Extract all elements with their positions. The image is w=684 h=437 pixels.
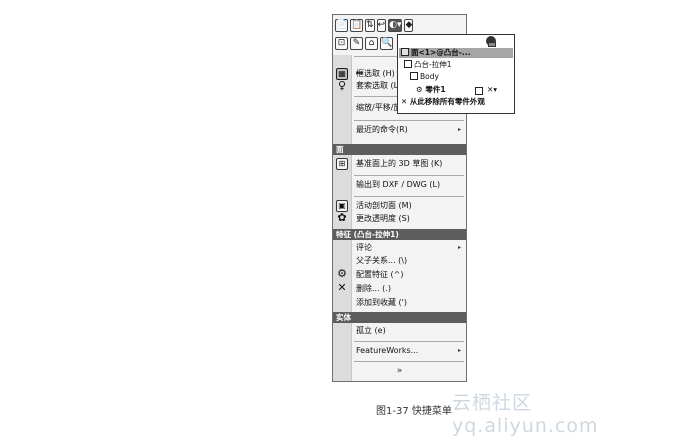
section-header-feature: 特征 (凸台-拉伸1) [333, 229, 466, 240]
menu-item-configure-feature[interactable]: 配置特征 (^) [356, 270, 404, 280]
menu-item-active-section-plane[interactable]: 活动剖切面 (M) [356, 201, 412, 211]
appearance-dropdown-button[interactable]: ◐▾ [388, 18, 403, 32]
appearance-item-extrude[interactable]: 凸台-拉伸1 [404, 60, 451, 70]
figure-caption: 图1-37 快捷菜单 [376, 406, 452, 417]
appearance-item-part[interactable]: ⚙ 零件1 [416, 85, 446, 95]
configure-feature-icon: ⚙ [337, 267, 347, 280]
divider [354, 120, 464, 121]
menu-item-comment[interactable]: 评论 [356, 243, 372, 253]
menu-item-isolate[interactable]: 孤立 (e) [356, 326, 386, 336]
divider [354, 361, 464, 362]
menu-item-parent-child[interactable]: 父子关系... (\) [356, 256, 407, 266]
submenu-arrow-icon: ▸ [457, 126, 461, 133]
3d-sketch-icon: ⊞ [336, 158, 348, 170]
appearance-item-part-label: 零件1 [425, 85, 446, 94]
toolbar-button-1[interactable]: 📄 [335, 18, 348, 32]
transparency-icon: ✿ [337, 211, 347, 224]
remove-all-part-appearances[interactable]: ✕ 从此移除所有零件外观 [401, 97, 485, 107]
toolbar-button-8[interactable]: 🔍 [380, 36, 393, 50]
appearance-item-face-label: 面<1>@凸台-... [411, 48, 471, 57]
remove-appearance-dropdown-icon[interactable]: ✕▾ [487, 85, 497, 95]
part-icon: ⚙ [416, 85, 423, 94]
expand-menu-chevron-icon[interactable]: » [333, 366, 466, 376]
menu-item-lasso-select[interactable]: 套索选取 (L) [356, 81, 401, 91]
menu-item-delete[interactable]: 删除... (.) [356, 284, 391, 294]
toolbar-button-6[interactable]: ✎ [350, 36, 363, 50]
menu-item-box-select[interactable]: 框选取 (H) [356, 69, 395, 79]
menu-item-zoom-pan-rotate[interactable]: 缩放/平移/旋 [356, 103, 401, 113]
divider [354, 196, 464, 197]
menu-item-export-dxf-dwg[interactable]: 输出到 DXF / DWG (L) [356, 180, 440, 190]
toolbar-button-5[interactable]: ⊡ [335, 36, 348, 50]
toolbar-button-extra[interactable]: ◆ [404, 18, 414, 32]
remove-x-icon: ✕ [401, 97, 408, 106]
divider [354, 341, 464, 342]
appearance-color-swatch[interactable] [475, 87, 483, 95]
appearance-dropdown-panel: 面<1>@凸台-... 凸台-拉伸1 Body ⚙ 零件1 ✕▾ ✕ 从此移除所… [397, 34, 515, 114]
delete-icon: ✕ [337, 281, 347, 294]
toolbar-button-7[interactable]: ⌂ [365, 36, 378, 50]
body-icon [410, 72, 418, 80]
extrude-feature-icon [404, 60, 412, 68]
divider [354, 175, 464, 176]
submenu-arrow-icon: ▸ [457, 244, 461, 251]
menu-item-change-transparency[interactable]: 更改透明度 (S) [356, 214, 410, 224]
face-icon [401, 48, 409, 56]
submenu-arrow-icon: ▸ [457, 347, 461, 354]
appearance-item-body[interactable]: Body [410, 72, 439, 82]
appearance-item-face[interactable]: 面<1>@凸台-... [399, 48, 513, 58]
remove-all-label: 从此移除所有零件外观 [409, 97, 485, 106]
appearance-globe-icon [486, 36, 496, 47]
menu-item-3d-sketch-on-plane[interactable]: 基准面上的 3D 草图 (K) [356, 159, 442, 169]
menu-item-add-to-favorites[interactable]: 添加到收藏 (') [356, 298, 407, 308]
menu-item-featureworks[interactable]: FeatureWorks... [356, 346, 418, 356]
appearance-item-body-label: Body [420, 72, 439, 81]
menu-item-recent-commands[interactable]: 最近的命令(R) [356, 125, 408, 135]
toolbar-button-3[interactable]: ⇅ [365, 18, 375, 32]
section-header-face: 面 [333, 144, 466, 155]
lasso-icon: ♀ [337, 79, 347, 92]
toolbar-button-2[interactable]: 📋 [350, 18, 363, 32]
appearance-item-extrude-label: 凸台-拉伸1 [414, 60, 452, 69]
toolbar-button-4[interactable]: ↩ [376, 18, 387, 32]
section-header-solid: 实体 [333, 312, 466, 323]
toolbar-row-2: ⊡ ✎ ⌂ 🔍 [333, 34, 401, 52]
watermark: 云栖社区 yq.aliyun.com [452, 392, 599, 437]
toolbar-row-1: 📄 📋 ⇅ ↩ ◐▾ ◆ [333, 16, 414, 34]
